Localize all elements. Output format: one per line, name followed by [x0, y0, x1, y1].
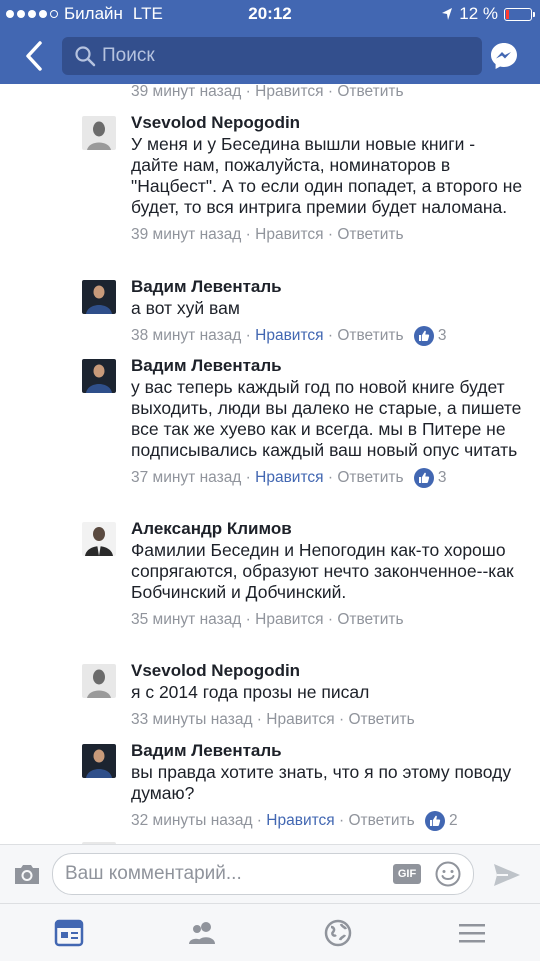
- location-arrow-icon: [442, 8, 453, 20]
- comment-meta: 38 минут назад · Нравится · Ответить 3: [131, 325, 526, 347]
- comment-body: Александр Климов Фамилии Беседин и Непог…: [131, 518, 526, 631]
- comment-meta: 39 минут назад · Нравится · Ответить: [131, 84, 404, 100]
- comment-input[interactable]: Ваш комментарий... GIF: [52, 853, 474, 895]
- comment-input-placeholder: Ваш комментарий...: [65, 863, 242, 884]
- comment-body: Vsevolod Nepogodin У меня и у Беседина в…: [131, 112, 526, 246]
- comment-text: вы правда хотите знать, что я по этому п…: [131, 762, 512, 803]
- status-right: 12 %: [441, 4, 535, 24]
- menu-icon[interactable]: [456, 918, 488, 948]
- like-link-active[interactable]: Нравится: [255, 327, 323, 344]
- comment-meta: 35 минут назад · Нравится · Ответить: [131, 611, 404, 628]
- search-placeholder: Поиск: [102, 45, 155, 66]
- notifications-globe-icon[interactable]: [322, 918, 354, 948]
- comment-meta: 32 минуты назад · Нравится · Ответить 2: [131, 810, 526, 832]
- battery-percent: 12 %: [459, 4, 498, 23]
- reaction-number: 2: [449, 812, 458, 829]
- like-link[interactable]: Нравится: [266, 711, 334, 728]
- comment-author[interactable]: Вадим Левенталь: [131, 276, 526, 298]
- comment-time: 35 минут назад: [131, 611, 242, 628]
- battery-icon: [504, 7, 535, 21]
- avatar[interactable]: [82, 359, 116, 393]
- avatar[interactable]: [82, 744, 116, 778]
- thumbs-up-icon: [413, 468, 434, 488]
- reaction-count[interactable]: 3: [413, 325, 447, 347]
- reply-link[interactable]: Ответить: [337, 611, 403, 628]
- search-icon: [75, 46, 96, 67]
- emoji-icon[interactable]: [435, 861, 461, 887]
- comment-text: у вас теперь каждый год по новой книге б…: [131, 377, 522, 460]
- comment-author[interactable]: Vsevolod Nepogodin: [131, 112, 526, 134]
- reply-link[interactable]: Ответить: [337, 327, 403, 344]
- messenger-icon[interactable]: [488, 40, 520, 72]
- like-link[interactable]: Нравится: [255, 84, 323, 100]
- reply-link[interactable]: Ответить: [348, 812, 414, 829]
- search-bar[interactable]: Поиск: [62, 37, 482, 75]
- comment-time: 32 минуты назад: [131, 812, 253, 830]
- nav-bar: Поиск: [0, 28, 540, 84]
- comment-author[interactable]: Вадим Левенталь: [131, 740, 526, 762]
- reply-link[interactable]: Ответить: [337, 469, 403, 486]
- comment-author[interactable]: Александр Климов: [131, 518, 526, 540]
- comment-composer: Ваш комментарий... GIF: [0, 844, 540, 903]
- comment-author[interactable]: Vsevolod Nepogodin: [131, 660, 526, 682]
- like-link[interactable]: Нравится: [255, 226, 323, 243]
- comment-body: Вадим Левенталь у вас теперь каждый год …: [131, 355, 526, 489]
- like-link-active[interactable]: Нравится: [266, 812, 334, 829]
- comment-body: Vsevolod Nepogodin я с 2014 года прозы н…: [131, 660, 526, 731]
- send-icon[interactable]: [492, 861, 522, 889]
- avatar[interactable]: [82, 522, 116, 556]
- friends-icon[interactable]: [187, 918, 219, 948]
- thumbs-up-icon: [413, 326, 434, 346]
- back-arrow-icon[interactable]: [22, 39, 48, 73]
- comment-text: а вот хуй вам: [131, 298, 240, 318]
- thumbs-up-icon: [425, 811, 446, 831]
- tab-bar: [0, 903, 540, 961]
- news-feed-icon[interactable]: [53, 918, 85, 948]
- gif-button[interactable]: GIF: [393, 864, 421, 884]
- comment-feed[interactable]: 39 минут назад · Нравится · Ответить Vse…: [0, 84, 540, 844]
- comment-text: У меня и у Беседина вышли новые книги - …: [131, 134, 523, 217]
- reaction-number: 3: [437, 327, 447, 344]
- comment-meta: 39 минут назад · Нравится · Ответить: [131, 226, 404, 243]
- comment-meta: 33 минуты назад · Нравится · Ответить: [131, 711, 415, 728]
- camera-icon[interactable]: [12, 861, 42, 887]
- comment-body: Вадим Левенталь а вот хуй вам 38 минут н…: [131, 276, 526, 347]
- comment-text: я с 2014 года прозы не писал: [131, 682, 370, 702]
- comment-text: Фамилии Беседин и Непогодин как-то хорош…: [131, 540, 514, 602]
- comment-author[interactable]: Вадим Левенталь: [131, 355, 526, 377]
- comment-time: 33 минуты назад: [131, 711, 253, 728]
- reply-link[interactable]: Ответить: [348, 711, 414, 728]
- comment-body: Вадим Левенталь вы правда хотите знать, …: [131, 740, 526, 832]
- comment-time: 38 минут назад: [131, 327, 242, 345]
- comment-time: 39 минут назад: [131, 226, 242, 243]
- like-link[interactable]: Нравится: [255, 611, 323, 628]
- reaction-count[interactable]: 3: [413, 467, 447, 489]
- comment-time: 39 минут назад: [131, 84, 242, 100]
- status-bar: Билайн LTE 20:12 12 %: [0, 0, 540, 28]
- reaction-count[interactable]: 2: [425, 810, 458, 832]
- reply-link[interactable]: Ответить: [337, 84, 403, 100]
- avatar[interactable]: [82, 664, 116, 698]
- reaction-number: 3: [437, 469, 447, 486]
- like-link-active[interactable]: Нравится: [255, 469, 323, 486]
- reply-link[interactable]: Ответить: [337, 226, 403, 243]
- comment-time: 37 минут назад: [131, 469, 242, 487]
- avatar[interactable]: [82, 116, 116, 150]
- comment-meta: 37 минут назад · Нравится · Ответить 3: [131, 467, 526, 489]
- avatar[interactable]: [82, 280, 116, 314]
